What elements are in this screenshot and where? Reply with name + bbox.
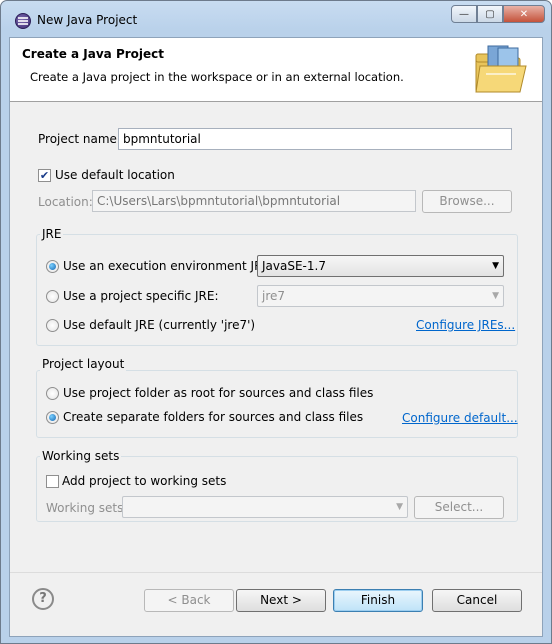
execution-environment-value: JavaSE-1.7 [262, 259, 326, 273]
execution-environment-select[interactable]: JavaSE-1.7 ▼ [257, 255, 504, 277]
dialog-window: New Java Project — ▢ ✕ Create a Java Pro… [0, 0, 552, 644]
project-layout-group [36, 370, 518, 438]
working-sets-label: Working sets: [46, 501, 128, 515]
configure-jres-link[interactable]: Configure JREs... [416, 318, 515, 332]
select-working-sets-button[interactable]: Select... [414, 496, 504, 519]
title-bar[interactable]: New Java Project — ▢ ✕ [1, 1, 551, 37]
add-to-working-sets-label: Add project to working sets [62, 474, 227, 488]
chevron-down-icon: ▼ [492, 291, 499, 301]
browse-button[interactable]: Browse... [422, 190, 512, 213]
next-button[interactable]: Next > [236, 589, 326, 612]
jre-specific-radio[interactable] [46, 290, 59, 303]
eclipse-icon [15, 13, 31, 29]
jre-group-title: JRE [40, 227, 64, 241]
wizard-header: Create a Java Project Create a Java proj… [10, 38, 542, 102]
layout-root-label: Use project folder as root for sources a… [63, 386, 374, 400]
project-specific-jre-value: jre7 [262, 289, 286, 303]
close-button[interactable]: ✕ [503, 5, 545, 23]
finish-button[interactable]: Finish [333, 589, 423, 612]
project-name-input[interactable]: bpmntutorial [118, 128, 512, 150]
add-to-working-sets-checkbox[interactable] [46, 475, 59, 488]
location-input[interactable]: C:\Users\Lars\bpmntutorial\bpmntutorial [92, 190, 416, 212]
jre-environment-radio[interactable] [46, 260, 59, 273]
chevron-down-icon: ▼ [492, 261, 499, 271]
minimize-button[interactable]: — [451, 5, 477, 23]
wizard-title: Create a Java Project [22, 47, 165, 61]
configure-default-link[interactable]: Configure default... [402, 411, 518, 425]
help-icon[interactable]: ? [32, 588, 54, 610]
window-controls: — ▢ ✕ [451, 5, 545, 23]
wizard-description: Create a Java project in the workspace o… [30, 70, 404, 84]
location-label: Location: [38, 195, 93, 209]
project-specific-jre-select[interactable]: jre7 ▼ [257, 285, 504, 307]
back-button[interactable]: < Back [144, 589, 234, 612]
footer-separator [10, 572, 542, 573]
use-default-location-label: Use default location [55, 168, 175, 182]
use-default-location-checkbox[interactable]: ✔ [38, 169, 51, 182]
project-name-label: Project name: [38, 132, 121, 146]
working-sets-group-title: Working sets [40, 449, 122, 463]
project-layout-group-title: Project layout [40, 357, 127, 371]
chevron-down-icon: ▼ [396, 502, 403, 512]
jre-default-radio[interactable] [46, 319, 59, 332]
layout-separate-radio[interactable] [46, 411, 59, 424]
jre-specific-label: Use a project specific JRE: [63, 289, 219, 303]
dialog-client-area: Create a Java Project Create a Java proj… [9, 37, 543, 637]
layout-separate-label: Create separate folders for sources and … [63, 410, 364, 424]
layout-root-radio[interactable] [46, 387, 59, 400]
maximize-button[interactable]: ▢ [477, 5, 503, 23]
working-sets-select[interactable]: ▼ [122, 496, 408, 518]
window-title: New Java Project [37, 13, 138, 27]
jre-environment-label: Use an execution environment JRE: [63, 259, 275, 273]
java-project-folder-icon [475, 45, 527, 93]
jre-default-label: Use default JRE (currently 'jre7') [63, 318, 256, 332]
cancel-button[interactable]: Cancel [432, 589, 522, 612]
